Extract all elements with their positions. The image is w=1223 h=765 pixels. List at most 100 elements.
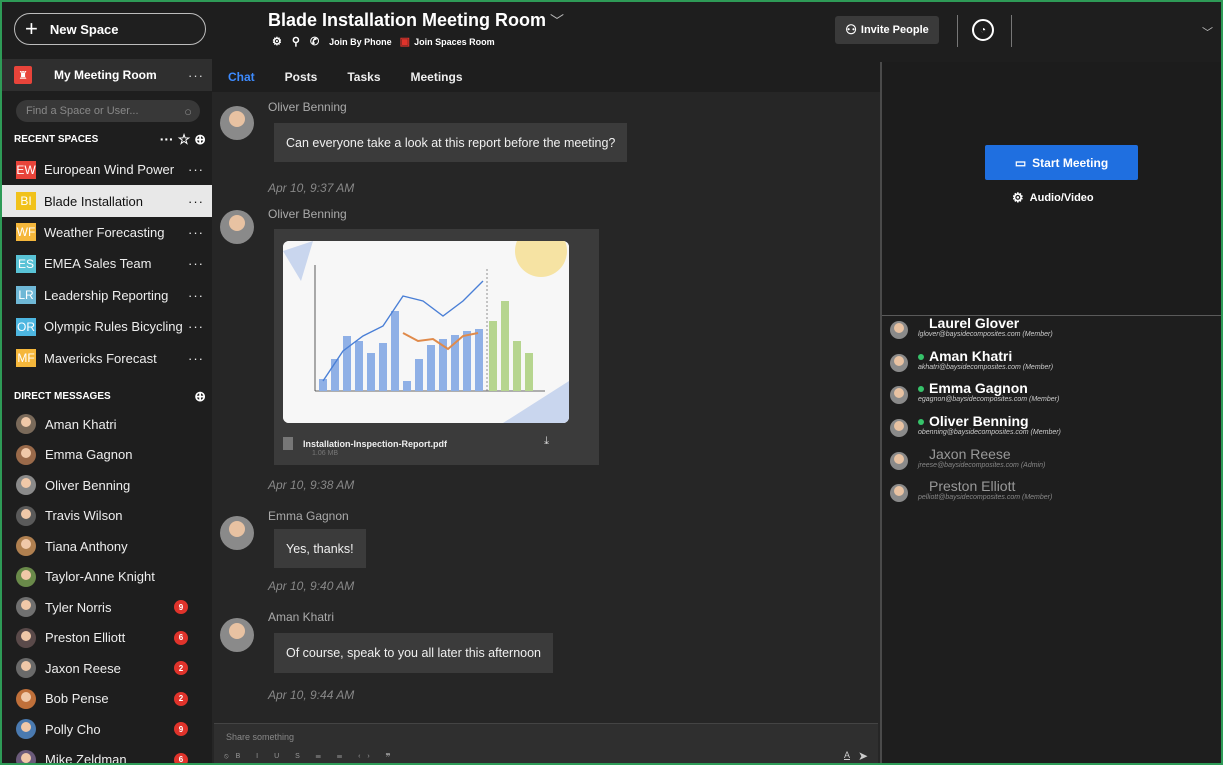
- tab-tasks[interactable]: Tasks: [347, 70, 380, 84]
- tab-posts[interactable]: Posts: [285, 70, 318, 84]
- member-item[interactable]: Laurel Glover lglover@baysidecomposites.c…: [890, 316, 1053, 348]
- file-name[interactable]: Installation-Inspection-Report.pdf: [303, 439, 447, 449]
- space-title-text: Blade Installation Meeting Room: [268, 10, 547, 30]
- recent-spaces-label: RECENT SPACES: [14, 133, 99, 145]
- avatar: [16, 475, 36, 496]
- avatar: [890, 386, 908, 404]
- file-attachment[interactable]: Installation-Inspection-Report.pdf 1.06 …: [274, 229, 599, 465]
- more-icon[interactable]: ···: [188, 225, 204, 240]
- space-item[interactable]: MF Mavericks Forecast ···: [2, 342, 212, 373]
- more-icon[interactable]: ···: [188, 256, 204, 271]
- message-sender: Emma Gagnon: [268, 509, 349, 523]
- member-item[interactable]: Oliver Benning obenning@baysidecomposites…: [890, 414, 1061, 446]
- formatting-toolbar[interactable]: ⦸B I U S ☰ ☰ ‹› ❞: [224, 753, 397, 761]
- join-by-phone-link[interactable]: Join By Phone: [329, 37, 392, 47]
- send-icon[interactable]: ➤: [858, 749, 868, 763]
- avatar: [16, 658, 36, 679]
- avatar[interactable]: [220, 210, 254, 244]
- meeting-room-icon: ♜: [14, 66, 32, 84]
- start-meeting-label: Start Meeting: [1032, 155, 1109, 170]
- member-item[interactable]: Jaxon Reese jreese@baysidecomposites.com …: [890, 447, 1045, 479]
- start-meeting-button[interactable]: ▭ Start Meeting: [985, 145, 1138, 180]
- dm-item[interactable]: Emma Gagnon: [2, 440, 212, 471]
- more-icon[interactable]: ···: [188, 319, 204, 334]
- space-item[interactable]: ES EMEA Sales Team ···: [2, 248, 212, 279]
- member-email: lglover@baysidecomposites.com (Member): [918, 331, 1053, 338]
- dm-item[interactable]: Oliver Benning: [2, 470, 212, 501]
- tab-chat[interactable]: Chat: [228, 70, 255, 84]
- dm-name: Taylor-Anne Knight: [45, 569, 155, 585]
- dm-item[interactable]: Bob Pense 2: [2, 684, 212, 715]
- more-icon[interactable]: ···: [188, 351, 204, 366]
- member-item[interactable]: Aman Khatri akhatri@baysidecomposites.com…: [890, 349, 1053, 381]
- member-item[interactable]: Preston Elliott pelliott@baysidecomposite…: [890, 479, 1052, 511]
- invite-people-button[interactable]: ⚇ Invite People: [835, 16, 939, 44]
- space-item[interactable]: WF Weather Forecasting ···: [2, 217, 212, 248]
- search-icon[interactable]: ○: [184, 104, 192, 119]
- space-name: Weather Forecasting: [44, 224, 165, 240]
- space-name: Olympic Rules Bicycling: [44, 319, 183, 335]
- tab-meetings[interactable]: Meetings: [411, 70, 463, 84]
- avatar: [16, 414, 36, 435]
- download-icon[interactable]: ⤓: [544, 435, 549, 448]
- dm-item[interactable]: Tiana Anthony: [2, 531, 212, 562]
- file-info-row: Installation-Inspection-Report.pdf 1.06 …: [283, 435, 569, 457]
- report-thumbnail[interactable]: [283, 241, 569, 423]
- space-item[interactable]: BI Blade Installation ···: [2, 185, 212, 217]
- more-icon[interactable]: ···: [160, 131, 174, 147]
- gauge-icon[interactable]: ◔: [972, 19, 994, 41]
- avatar[interactable]: [220, 106, 254, 140]
- space-item[interactable]: EW European Wind Power ···: [2, 154, 212, 185]
- space-header: Blade Installation Meeting Room ﹀ ⚙ ⚲ ✆ J…: [212, 2, 1221, 62]
- member-info: Jaxon Reese jreese@baysidecomposites.com …: [918, 447, 1045, 470]
- add-circle-icon[interactable]: ⊕: [194, 131, 206, 148]
- avatar: [890, 354, 908, 372]
- space-item[interactable]: OR Olympic Rules Bicycling ···: [2, 311, 212, 342]
- my-meeting-room-item[interactable]: ♜ My Meeting Room ···: [2, 59, 212, 91]
- chevron-down-icon[interactable]: ﹀: [550, 13, 564, 29]
- more-icon[interactable]: ···: [188, 194, 204, 209]
- dm-item[interactable]: Aman Khatri: [2, 409, 212, 440]
- phone-icon[interactable]: ✆: [310, 35, 319, 48]
- dm-item[interactable]: Mike Zeldman 6: [2, 745, 212, 763]
- star-icon[interactable]: ☆: [178, 131, 191, 148]
- room-icon[interactable]: ▣: [400, 35, 410, 48]
- bug-icon[interactable]: ⚙: [272, 35, 282, 48]
- dm-item[interactable]: Polly Cho 9: [2, 714, 212, 745]
- chevron-down-icon[interactable]: ﹀: [1202, 24, 1213, 40]
- dm-item[interactable]: Taylor-Anne Knight: [2, 562, 212, 593]
- dm-item[interactable]: Tyler Norris 9: [2, 592, 212, 623]
- dm-name: Preston Elliott: [45, 630, 126, 646]
- avatar[interactable]: [220, 516, 254, 550]
- more-icon[interactable]: ···: [188, 68, 204, 83]
- space-badge: OR: [16, 317, 36, 336]
- space-item[interactable]: LR Leadership Reporting ···: [2, 280, 212, 311]
- message-sender: Oliver Benning: [268, 207, 347, 221]
- message-composer[interactable]: Share something ⦸B I U S ☰ ☰ ‹› ❞ A ➤: [214, 723, 878, 763]
- dm-item[interactable]: Preston Elliott 6: [2, 623, 212, 654]
- join-spaces-room-link[interactable]: Join Spaces Room: [414, 37, 495, 47]
- message-bubble: Of course, speak to you all later this a…: [274, 633, 553, 673]
- more-icon[interactable]: ···: [188, 162, 204, 177]
- recent-spaces-heading: RECENT SPACES ··· ☆ ⊕: [14, 131, 206, 148]
- member-list: Laurel Glover lglover@baysidecomposites.c…: [882, 316, 1221, 763]
- new-space-button[interactable]: + New Space: [14, 13, 206, 45]
- dm-item[interactable]: Jaxon Reese 2: [2, 653, 212, 684]
- add-circle-icon[interactable]: ⊕: [194, 388, 206, 405]
- member-info: Emma Gagnon egagnon@baysidecomposites.com…: [918, 381, 1059, 403]
- online-status-icon: [918, 353, 924, 360]
- message-sender: Oliver Benning: [268, 100, 347, 114]
- link-icon[interactable]: ⚲: [292, 35, 300, 48]
- text-format-icon[interactable]: A: [844, 750, 850, 760]
- member-info: Preston Elliott pelliott@baysidecomposite…: [918, 479, 1052, 502]
- audio-video-label: Audio/Video: [1029, 192, 1094, 204]
- message-sender: Aman Khatri: [268, 610, 335, 624]
- audio-video-settings[interactable]: ⚙ Audio/Video: [1012, 190, 1094, 206]
- member-item[interactable]: Emma Gagnon egagnon@baysidecomposites.com…: [890, 381, 1059, 413]
- space-title[interactable]: Blade Installation Meeting Room ﹀: [268, 10, 564, 31]
- more-icon[interactable]: ···: [188, 288, 204, 303]
- search-input[interactable]: Find a Space or User... ○: [16, 100, 200, 122]
- dm-item[interactable]: Travis Wilson: [2, 501, 212, 532]
- space-badge: MF: [16, 349, 36, 368]
- avatar[interactable]: [220, 618, 254, 652]
